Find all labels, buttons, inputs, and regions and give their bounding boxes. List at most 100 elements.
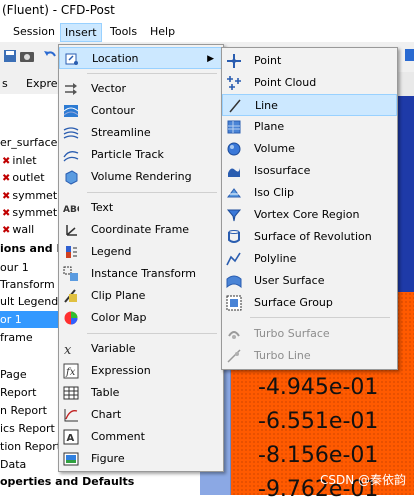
tree-item[interactable]: ✖ outlet: [2, 169, 45, 186]
tree-item-label: Data: [0, 458, 27, 471]
menu-item-label: Turbo Line: [254, 349, 311, 362]
menu-item-label: Contour: [91, 104, 135, 117]
menu-item-label: Volume: [254, 142, 295, 155]
tree-item-label: Transform: [0, 278, 55, 291]
location-submenu: Point Point Cloud Line Plane Volume Isosurfac…: [221, 47, 398, 370]
comment-icon: A: [63, 429, 79, 445]
menu-item-surface-of-revolution[interactable]: Surface of Revolution: [222, 226, 397, 248]
menu-item-vortex-core-region[interactable]: Vortex Core Region: [222, 204, 397, 226]
menu-item-isosurface[interactable]: Isosurface: [222, 160, 397, 182]
menu-item-contour[interactable]: Contour: [59, 100, 223, 122]
svg-text:fx: fx: [65, 367, 76, 378]
tree-item[interactable]: ics Report: [0, 420, 55, 437]
instance-transform-icon: [63, 266, 78, 281]
menu-help[interactable]: Help: [150, 25, 175, 38]
menu-item-label: Comment: [91, 430, 145, 443]
save-icon[interactable]: [2, 48, 18, 64]
menu-item-text[interactable]: ABC Text: [59, 197, 223, 219]
menu-item-instance-transform[interactable]: Instance Transform: [59, 263, 223, 285]
turbo-surface-icon: [228, 331, 240, 339]
color-map-icon: [64, 311, 78, 325]
menu-item-label: Expression: [91, 364, 151, 377]
table-icon: [63, 386, 79, 400]
volume-icon: [227, 142, 241, 156]
tree-item[interactable]: ✖ wall: [2, 221, 34, 238]
menu-item-coordinate-frame[interactable]: Coordinate Frame: [59, 219, 223, 241]
tree-item[interactable]: Report: [0, 384, 36, 401]
tree-item[interactable]: Page: [0, 366, 27, 383]
menu-item-clip-plane[interactable]: Clip Plane: [59, 285, 223, 307]
menu-item-label: Streamline: [91, 126, 151, 139]
menu-session[interactable]: Session: [13, 25, 55, 38]
volume-rendering-icon: [65, 170, 78, 185]
plane-icon: [227, 120, 241, 134]
toolbar-icon-right[interactable]: [402, 47, 414, 63]
menu-item-label: Text: [91, 201, 114, 214]
tree-item[interactable]: n Report: [0, 402, 47, 419]
tree-item[interactable]: Data: [0, 456, 26, 473]
menu-bar: Session Insert Tools Help: [0, 22, 414, 42]
tree-item[interactable]: Transform: [0, 276, 55, 293]
menu-item-vector[interactable]: Vector: [59, 78, 223, 100]
menu-item-user-surface[interactable]: User Surface: [222, 270, 397, 292]
camera-icon[interactable]: [19, 48, 35, 64]
tree-item-label: ics Report: [0, 422, 55, 435]
tree-item[interactable]: tion Report: [0, 438, 61, 455]
tree-item[interactable]: ✖ inlet: [2, 152, 37, 169]
particle-track-icon: [63, 151, 79, 162]
tree-item[interactable]: our 1: [0, 259, 29, 276]
chart-icon: [64, 409, 78, 422]
tree-item-label: frame: [0, 331, 33, 344]
figure-icon: [63, 452, 79, 466]
tree-item-label: Report: [0, 386, 37, 399]
menu-item-volume-rendering[interactable]: Volume Rendering: [59, 166, 223, 188]
menu-item-iso-clip[interactable]: Iso Clip: [222, 182, 397, 204]
menu-item-label: Line: [255, 99, 278, 112]
menu-separator: [87, 73, 217, 74]
vortex-core-icon: [226, 209, 242, 222]
menu-item-label: Table: [91, 386, 120, 399]
tree-item[interactable]: or 1: [0, 311, 60, 328]
menu-item-table[interactable]: Table: [59, 382, 223, 404]
menu-item-polyline[interactable]: Polyline: [222, 248, 397, 270]
menu-item-turbo-surface: Turbo Surface: [222, 323, 397, 345]
menu-item-expression[interactable]: fx Expression: [59, 360, 223, 382]
menu-item-streamline[interactable]: Streamline: [59, 122, 223, 144]
svg-text:x: x: [64, 343, 72, 357]
menu-insert[interactable]: Insert: [60, 23, 102, 42]
menu-item-label: Point Cloud: [254, 76, 317, 89]
legend-value: -4.945e-01: [258, 375, 379, 400]
polyline-icon: [226, 252, 241, 266]
menu-tools[interactable]: Tools: [110, 25, 137, 38]
isosurface-icon: [228, 168, 240, 177]
menu-item-turbo-line: Turbo Line: [222, 345, 397, 367]
tree-item-label: our 1: [0, 261, 29, 274]
tree-item[interactable]: frame: [0, 329, 33, 346]
tree-item-label: tion Report: [0, 440, 62, 453]
menu-item-legend[interactable]: Legend: [59, 241, 223, 263]
menu-item-plane[interactable]: Plane: [222, 116, 397, 138]
menu-item-point[interactable]: Point: [222, 50, 397, 72]
menu-item-location[interactable]: Location ▶: [59, 47, 223, 69]
menu-item-comment[interactable]: A Comment: [59, 426, 223, 448]
tree-item[interactable]: ✖ symmetr: [2, 204, 62, 221]
menu-item-label: Chart: [91, 408, 122, 421]
menu-item-particle-track[interactable]: Particle Track: [59, 144, 223, 166]
tree-item[interactable]: er_surface: [0, 134, 57, 151]
menu-item-surface-group[interactable]: Surface Group: [222, 292, 397, 314]
red-x-icon: ✖: [2, 173, 11, 184]
menu-item-label: Instance Transform: [91, 267, 196, 280]
menu-item-color-map[interactable]: Color Map: [59, 307, 223, 329]
undo-icon[interactable]: [42, 48, 58, 64]
tab-outline[interactable]: s: [2, 77, 8, 90]
tree-item[interactable]: ✖ symmetr: [2, 187, 62, 204]
menu-item-variable[interactable]: x Variable: [59, 338, 223, 360]
menu-item-point-cloud[interactable]: Point Cloud: [222, 72, 397, 94]
menu-item-chart[interactable]: Chart: [59, 404, 223, 426]
menu-item-line[interactable]: Line: [222, 94, 397, 116]
iso-clip-icon: [227, 188, 241, 198]
menu-item-volume[interactable]: Volume: [222, 138, 397, 160]
submenu-arrow-icon: ▶: [207, 54, 214, 64]
menu-item-figure[interactable]: Figure: [59, 448, 223, 470]
tree-item-label: or 1: [0, 313, 22, 326]
